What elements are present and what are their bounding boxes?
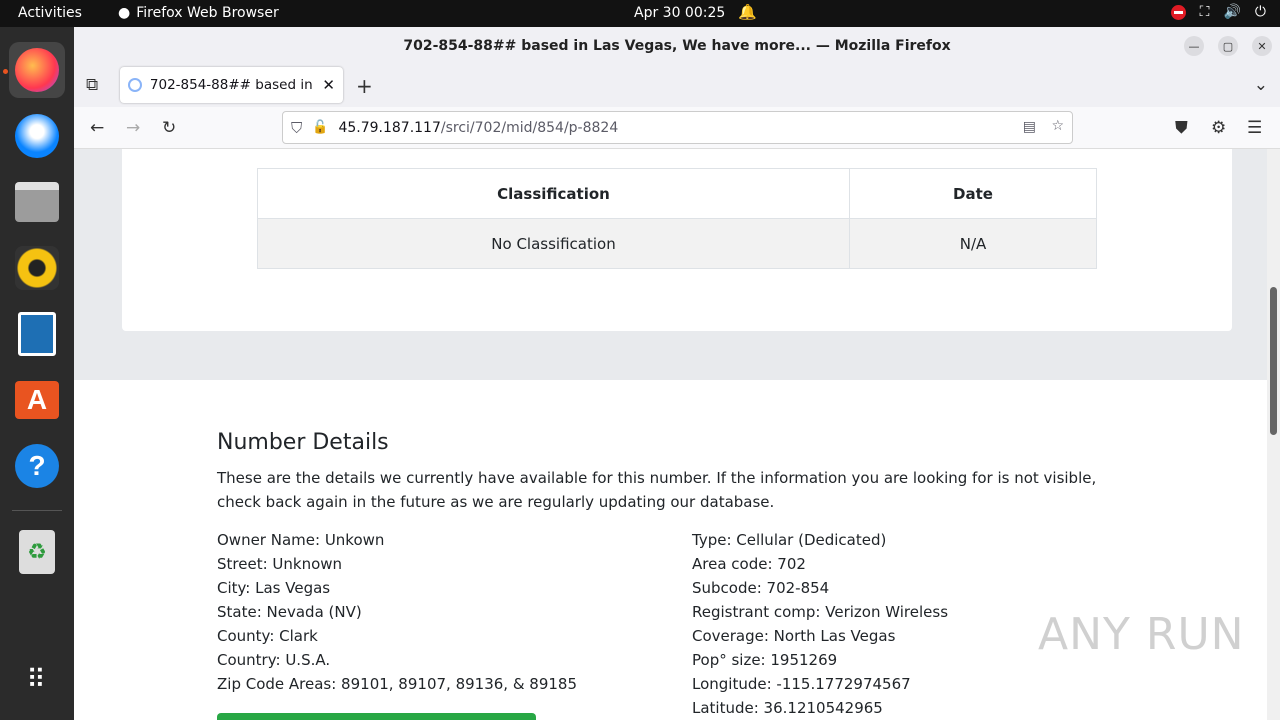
column-header-date: Date xyxy=(849,168,1097,219)
county: County: Clark xyxy=(217,627,318,645)
green-action-button[interactable] xyxy=(217,713,536,720)
pop-size: Pop° size: 1951269 xyxy=(692,651,838,669)
dock-rhythmbox[interactable] xyxy=(9,240,65,296)
active-indicator xyxy=(3,69,8,74)
dock-writer[interactable] xyxy=(9,306,65,362)
type: Type: Cellular (Dedicated) xyxy=(692,531,887,549)
back-icon[interactable]: ← xyxy=(90,118,104,138)
section-heading: Number Details xyxy=(217,430,389,455)
rhythmbox-icon xyxy=(15,246,59,290)
software-icon: A xyxy=(15,381,59,419)
vertical-scrollbar[interactable] xyxy=(1267,149,1280,720)
maximize-button[interactable]: ▢ xyxy=(1218,36,1238,56)
subcode: Subcode: 702-854 xyxy=(692,579,830,597)
dock-software[interactable]: A xyxy=(9,372,65,428)
clock[interactable]: Apr 30 00:25 xyxy=(634,5,725,21)
minimize-button[interactable]: — xyxy=(1184,36,1204,56)
url-path: /srci/702/mid/854/p-8824 xyxy=(440,119,619,136)
dock-separator xyxy=(12,510,62,511)
navigation-bar: ← → ↻ ⛉ 🔓 45.79.187.117/srci/702/mid/854… xyxy=(74,107,1280,149)
number-details-section: Number Details These are the details we … xyxy=(74,380,1267,720)
extensions-icon[interactable]: ⚙ xyxy=(1211,118,1226,138)
firefox-icon xyxy=(15,48,59,92)
show-apps-button[interactable]: ⠿ xyxy=(9,652,65,708)
system-tray[interactable]: ⛶ 🔊 ⏻ xyxy=(1170,4,1266,20)
anyrun-watermark: ANY RUN xyxy=(1038,609,1245,660)
street: Street: Unknown xyxy=(217,555,343,573)
files-icon xyxy=(15,182,59,222)
zip-code-areas: Zip Code Areas: 89101, 89107, 89136, & 8… xyxy=(217,675,577,693)
network-icon: ⛶ xyxy=(1199,4,1210,20)
dock-thunderbird[interactable] xyxy=(9,108,65,164)
close-tab-icon[interactable]: ✕ xyxy=(322,76,335,94)
details-left-column: Owner Name: Unkown Street: Unknown City:… xyxy=(217,528,577,696)
table-header-row: Classification Date xyxy=(257,168,1097,219)
firefox-icon: ● xyxy=(118,5,131,21)
reader-view-icon[interactable]: ▤ xyxy=(1023,119,1036,135)
grid-icon: ⠿ xyxy=(26,665,48,695)
close-window-button[interactable]: ✕ xyxy=(1252,36,1272,56)
classification-table: Classification Date No Classification N/… xyxy=(257,168,1097,269)
tab-title: 702-854-88## based in Las Vegas xyxy=(149,77,319,93)
menu-icon[interactable]: ☰ xyxy=(1247,118,1262,138)
area-code: Area code: 702 xyxy=(692,555,806,573)
app-menu[interactable]: ● Firefox Web Browser xyxy=(118,5,279,21)
top-bar: Activities ● Firefox Web Browser Apr 30 … xyxy=(0,0,1280,27)
tab-active[interactable]: 702-854-88## based in Las Vegas ✕ xyxy=(120,67,343,103)
power-icon: ⏻ xyxy=(1254,4,1266,20)
date-cell: N/A xyxy=(849,218,1097,269)
reload-icon[interactable]: ↻ xyxy=(162,118,176,138)
page-content: Classification Date No Classification N/… xyxy=(74,149,1267,720)
owner-name: Owner Name: Unkown xyxy=(217,531,385,549)
bookmark-star-icon[interactable]: ☆ xyxy=(1051,118,1064,134)
firefox-window: 702-854-88## based in Las Vegas, We have… xyxy=(74,27,1280,720)
column-header-classification: Classification xyxy=(257,168,850,219)
url-host: 45.79.187.117 xyxy=(338,119,441,136)
list-tabs-icon[interactable]: ⌄ xyxy=(1254,75,1268,95)
url-bar[interactable]: ⛉ 🔓 45.79.187.117/srci/702/mid/854/p-882… xyxy=(282,111,1073,144)
section-intro: These are the details we currently have … xyxy=(217,469,1097,511)
volume-icon: 🔊 xyxy=(1223,4,1241,20)
dock-trash[interactable]: ♻ xyxy=(9,524,65,580)
app-name: Firefox Web Browser xyxy=(136,5,279,21)
longitude: Longitude: -115.1772974567 xyxy=(692,675,911,693)
dock: A ? ♻ ⠿ xyxy=(0,27,74,720)
trash-icon: ♻ xyxy=(19,530,55,574)
city: City: Las Vegas xyxy=(217,579,331,597)
classification-card: Classification Date No Classification N/… xyxy=(122,149,1232,331)
title-bar: 702-854-88## based in Las Vegas, We have… xyxy=(74,27,1280,65)
pocket-icon[interactable]: ⛊ xyxy=(1175,118,1188,138)
thunderbird-icon xyxy=(15,114,59,158)
table-row: No Classification N/A xyxy=(257,218,1097,269)
insecure-lock-icon[interactable]: 🔓 xyxy=(312,120,328,135)
scrollbar-thumb[interactable] xyxy=(1270,287,1277,435)
dock-help[interactable]: ? xyxy=(9,438,65,494)
tab-overview-icon[interactable]: ⧉ xyxy=(86,75,98,95)
coverage: Coverage: North Las Vegas xyxy=(692,627,896,645)
country: Country: U.S.A. xyxy=(217,651,331,669)
registrant-comp: Registrant comp: Verizon Wireless xyxy=(692,603,949,621)
help-icon: ? xyxy=(15,444,59,488)
forward-icon[interactable]: → xyxy=(126,118,140,138)
details-right-column: Type: Cellular (Dedicated) Area code: 70… xyxy=(692,528,948,720)
writer-icon xyxy=(18,312,56,356)
classification-cell: No Classification xyxy=(257,218,850,269)
latitude: Latitude: 36.1210542965 xyxy=(692,699,883,717)
new-tab-button[interactable]: + xyxy=(356,74,373,98)
window-title: 702-854-88## based in Las Vegas, We have… xyxy=(403,38,951,54)
tab-bar: ⧉ 702-854-88## based in Las Vegas ✕ + ⌄ xyxy=(74,65,1280,107)
activities-button[interactable]: Activities xyxy=(18,5,82,21)
stop-icon[interactable] xyxy=(1170,4,1186,20)
site-favicon-icon xyxy=(128,78,142,92)
shield-icon[interactable]: ⛉ xyxy=(291,119,302,137)
bell-icon: 🔔 xyxy=(738,3,757,21)
state: State: Nevada (NV) xyxy=(217,603,362,621)
dock-files[interactable] xyxy=(9,174,65,230)
dock-firefox[interactable] xyxy=(9,42,65,98)
